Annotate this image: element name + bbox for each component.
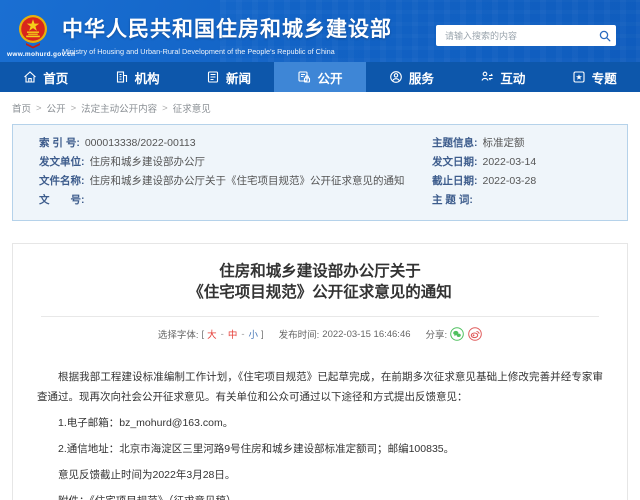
- search-icon: [599, 30, 611, 42]
- info-value: 住房和城乡建设部办公厅关于《住宅项目规范》公开征求意见的通知: [90, 172, 405, 191]
- info-row-deadline: 截止日期: 2022-03-28: [432, 172, 617, 191]
- nav-item-org[interactable]: 机构: [91, 62, 182, 92]
- breadcrumb-separator: >: [162, 103, 168, 114]
- info-row-issuing-unit: 发文单位: 住房和城乡建设部办公厅: [39, 153, 424, 172]
- nav-label: 专题: [592, 68, 617, 87]
- nav-item-open[interactable]: 公开: [274, 62, 365, 92]
- national-emblem-icon: [18, 13, 48, 49]
- info-row-index-number: 索 引 号: 000013338/2022-00113: [39, 134, 424, 153]
- article-card: 住房和城乡建设部办公厅关于 《住宅项目规范》公开征求意见的通知 选择字体: [ …: [12, 243, 628, 500]
- dash: -: [221, 329, 224, 340]
- breadcrumb-comment-solicitation[interactable]: 征求意见: [173, 101, 211, 115]
- nav-label: 公开: [317, 68, 342, 87]
- info-label: 索 引 号:: [39, 134, 80, 153]
- site-title-en: Ministry of Housing and Urban-Rural Deve…: [62, 47, 392, 56]
- publish-time-group: 发布时间: 2022-03-15 16:46:46: [279, 327, 411, 341]
- breadcrumb: 首页 > 公开 > 法定主动公开内容 > 征求意见: [0, 92, 640, 115]
- nav-label: 新闻: [226, 68, 251, 87]
- info-row-document-number: 文 号:: [39, 191, 424, 210]
- paragraph-deadline: 意见反馈截止时间为2022年3月28日。: [37, 465, 603, 485]
- breadcrumb-statutory-disclosure[interactable]: 法定主动公开内容: [81, 101, 157, 115]
- people-arrows-icon: [480, 70, 494, 84]
- article-body: 根据我部工程建设标准编制工作计划，《住宅项目规范》已起草完成，在前期多次征求意见…: [25, 367, 615, 500]
- info-value: 2022-03-14: [483, 153, 537, 172]
- article-title: 住房和城乡建设部办公厅关于 《住宅项目规范》公开征求意见的通知: [25, 261, 615, 303]
- nav-label: 首页: [43, 68, 68, 87]
- title-divider: [41, 316, 599, 317]
- breadcrumb-separator: >: [71, 103, 77, 114]
- site-title-block: 中华人民共和国住房和城乡建设部 Ministry of Housing and …: [62, 13, 392, 56]
- dash: -: [241, 329, 244, 340]
- breadcrumb-home[interactable]: 首页: [12, 101, 31, 115]
- info-right-column: 主题信息: 标准定额 发文日期: 2022-03-14 截止日期: 2022-0…: [432, 134, 617, 210]
- paragraph-intro: 根据我部工程建设标准编制工作计划，《住宅项目规范》已起草完成，在前期多次征求意见…: [37, 367, 603, 407]
- nav-item-service[interactable]: 服务: [366, 62, 457, 92]
- info-row-issue-date: 发文日期: 2022-03-14: [432, 153, 617, 172]
- font-size-selector: 选择字体: [ 大 - 中 - 小 ]: [158, 327, 264, 341]
- breadcrumb-open[interactable]: 公开: [47, 101, 66, 115]
- publish-time-value: 2022-03-15 16:46:46: [322, 329, 410, 340]
- info-label: 截止日期:: [432, 172, 478, 191]
- article-title-line2: 《住宅项目规范》公开征求意见的通知: [25, 282, 615, 303]
- font-size-large[interactable]: 大: [207, 327, 217, 341]
- info-row-document-name: 文件名称: 住房和城乡建设部办公厅关于《住宅项目规范》公开征求意见的通知: [39, 172, 424, 191]
- info-label: 发文日期:: [432, 153, 478, 172]
- news-icon: [206, 70, 220, 84]
- share-label: 分享:: [426, 327, 448, 341]
- nav-item-news[interactable]: 新闻: [183, 62, 274, 92]
- nav-label: 机构: [135, 68, 160, 87]
- home-icon: [23, 70, 37, 84]
- info-value: 住房和城乡建设部办公厅: [90, 153, 206, 172]
- breadcrumb-separator: >: [36, 103, 42, 114]
- info-value: 标准定额: [483, 134, 525, 153]
- star-box-icon: [572, 70, 586, 84]
- weibo-share-icon[interactable]: [468, 327, 482, 341]
- article-title-line1: 住房和城乡建设部办公厅关于: [25, 261, 615, 282]
- info-label: 主 题 词:: [432, 191, 473, 210]
- nav-item-home[interactable]: 首页: [0, 62, 91, 92]
- font-size-label: 选择字体:: [158, 327, 199, 341]
- bracket-close: ]: [261, 329, 264, 340]
- info-label: 主题信息:: [432, 134, 478, 153]
- font-size-medium[interactable]: 中: [228, 327, 238, 341]
- paragraph-email: 1.电子邮箱：bz_mohurd@163.com。: [37, 413, 603, 433]
- info-label: 发文单位:: [39, 153, 85, 172]
- search-button[interactable]: [594, 25, 616, 46]
- nav-label: 服务: [409, 68, 434, 87]
- paragraph-address: 2.通信地址：北京市海淀区三里河路9号住房和城乡建设部标准定额司；邮编10083…: [37, 439, 603, 459]
- site-header: www.mohurd.gov.cn 中华人民共和国住房和城乡建设部 Minist…: [0, 0, 640, 62]
- search-box: [436, 25, 616, 46]
- info-row-topic: 主题信息: 标准定额: [432, 134, 617, 153]
- font-size-small[interactable]: 小: [249, 327, 259, 341]
- info-value: 000013338/2022-00113: [85, 134, 196, 153]
- doc-lock-icon: [297, 70, 311, 84]
- site-title-cn: 中华人民共和国住房和城乡建设部: [62, 13, 392, 43]
- wechat-share-icon[interactable]: [450, 327, 464, 341]
- paragraph-attachment: 附件：《住宅项目规范》（征求意见稿）: [37, 491, 603, 500]
- article-meta-bar: 选择字体: [ 大 - 中 - 小 ] 发布时间: 2022-03-15 16:…: [25, 327, 615, 341]
- person-circle-icon: [389, 70, 403, 84]
- document-info-card: 索 引 号: 000013338/2022-00113 发文单位: 住房和城乡建…: [12, 124, 628, 221]
- main-nav: 首页 机构 新闻 公开 服务 互: [0, 62, 640, 92]
- building-icon: [115, 70, 129, 84]
- share-icons: [450, 327, 482, 341]
- nav-item-interact[interactable]: 互动: [457, 62, 548, 92]
- search-input[interactable]: [436, 31, 594, 41]
- info-label: 文 号:: [39, 191, 85, 210]
- bracket-open: [: [201, 329, 204, 340]
- info-value: 2022-03-28: [483, 172, 537, 191]
- info-left-column: 索 引 号: 000013338/2022-00113 发文单位: 住房和城乡建…: [39, 134, 424, 210]
- share-group: 分享:: [426, 327, 483, 341]
- nav-item-special[interactable]: 专题: [549, 62, 640, 92]
- info-row-keywords: 主 题 词:: [432, 191, 617, 210]
- publish-time-label: 发布时间:: [279, 327, 320, 341]
- info-label: 文件名称:: [39, 172, 85, 191]
- nav-label: 互动: [500, 68, 525, 87]
